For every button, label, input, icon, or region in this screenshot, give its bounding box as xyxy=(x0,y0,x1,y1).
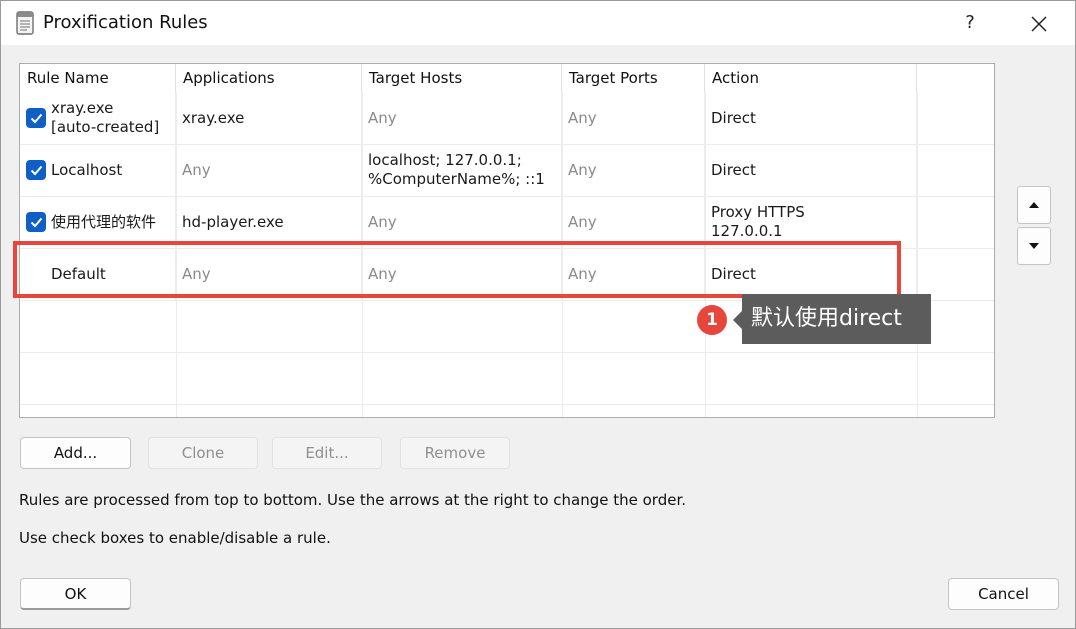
close-button[interactable] xyxy=(1019,7,1059,39)
cell-target-hosts: Any xyxy=(362,92,562,144)
rule-name-text: Localhost xyxy=(51,160,123,179)
cell-name: 使用代理的软件 xyxy=(20,196,176,248)
action-text: Direct xyxy=(711,264,756,283)
column-header-action[interactable]: Action xyxy=(705,64,917,92)
empty-row xyxy=(20,352,994,405)
remove-rule-button[interactable]: Remove xyxy=(400,437,510,469)
cell-action: Direct xyxy=(705,144,917,196)
window-title: Proxification Rules xyxy=(43,12,208,33)
proxification-rules-dialog: Proxification Rules ? Rule Name Applicat… xyxy=(0,0,1076,629)
cell-action: Direct xyxy=(705,248,917,300)
target-hosts-text: Any xyxy=(368,264,397,283)
cell-applications: Any xyxy=(176,144,362,196)
dialog-content: Rule Name Applications Target Hosts Targ… xyxy=(1,45,1075,628)
help-button[interactable]: ? xyxy=(953,7,987,39)
target-hosts-text: Any xyxy=(368,108,397,127)
cell-name: xray.exe [auto-created] xyxy=(20,92,176,144)
column-header-rule-name[interactable]: Rule Name xyxy=(20,64,176,92)
target-hosts-text: %ComputerName%; ::1 xyxy=(368,170,545,188)
title-bar: Proxification Rules ? xyxy=(1,1,1075,45)
cell-applications: Any xyxy=(176,248,362,300)
applications-text: Any xyxy=(182,160,211,179)
table-header: Rule Name Applications Target Hosts Targ… xyxy=(20,64,994,92)
move-up-button[interactable] xyxy=(1017,186,1051,224)
rule-enabled-checkbox[interactable] xyxy=(26,160,46,180)
cell-target-hosts: Any xyxy=(362,248,562,300)
ok-button[interactable]: OK xyxy=(20,578,131,610)
arrow-up-icon xyxy=(1029,202,1039,208)
cell-name: Localhost xyxy=(20,144,176,196)
action-text: Proxy HTTPS xyxy=(711,203,805,221)
table-row[interactable]: xray.exe [auto-created] xray.exe Any Any Dire… xyxy=(20,92,994,145)
document-icon xyxy=(16,11,34,35)
target-hosts-text: Any xyxy=(368,212,397,231)
rule-enabled-checkbox[interactable] xyxy=(26,108,46,128)
rule-name-text: xray.exe xyxy=(51,99,114,117)
cell-target-ports: Any xyxy=(562,248,705,300)
column-divider xyxy=(917,92,918,417)
column-divider xyxy=(562,92,563,417)
cell-action: Proxy HTTPS 127.0.0.1 xyxy=(705,196,917,248)
cell-applications: hd-player.exe xyxy=(176,196,362,248)
rule-name-text: Default xyxy=(51,264,106,283)
target-ports-text: Any xyxy=(568,212,597,231)
applications-text: Any xyxy=(182,264,211,283)
cell-target-ports: Any xyxy=(562,92,705,144)
move-down-button[interactable] xyxy=(1017,227,1051,265)
cell-action: Direct xyxy=(705,92,917,144)
rule-enabled-checkbox[interactable] xyxy=(26,212,46,232)
action-text: Direct xyxy=(711,160,756,179)
target-ports-text: Any xyxy=(568,108,597,127)
table-row[interactable]: Localhost Any localhost; 127.0.0.1; %Comput… xyxy=(20,144,994,197)
cell-target-hosts: Any xyxy=(362,196,562,248)
checkmark-icon xyxy=(30,217,42,227)
cell-applications: xray.exe xyxy=(176,92,362,144)
close-icon xyxy=(1031,15,1047,32)
column-header-target-hosts[interactable]: Target Hosts xyxy=(362,64,562,92)
applications-text: hd-player.exe xyxy=(182,212,284,231)
cell-target-ports: Any xyxy=(562,196,705,248)
target-ports-text: Any xyxy=(568,160,597,179)
column-header-target-ports[interactable]: Target Ports xyxy=(562,64,705,92)
cell-target-ports: Any xyxy=(562,144,705,196)
column-divider xyxy=(705,92,706,417)
cell-target-hosts: localhost; 127.0.0.1; %ComputerName%; ::1 xyxy=(362,144,562,196)
rules-table: Rule Name Applications Target Hosts Targ… xyxy=(19,63,995,418)
checkbox-info-text: Use check boxes to enable/disable a rule… xyxy=(19,529,331,547)
cancel-button[interactable]: Cancel xyxy=(948,578,1059,610)
applications-text: xray.exe xyxy=(182,108,245,127)
target-ports-text: Any xyxy=(568,264,597,283)
order-info-text: Rules are processed from top to bottom. … xyxy=(19,491,687,509)
annotation-callout: 默认使用direct xyxy=(742,294,931,344)
cell-name: Default xyxy=(20,248,176,300)
table-row[interactable]: 使用代理的软件 hd-player.exe Any Any Proxy HTTPS 127… xyxy=(20,196,994,249)
arrow-down-icon xyxy=(1029,243,1039,249)
column-divider xyxy=(176,92,177,417)
action-text: 127.0.0.1 xyxy=(711,222,783,240)
add-rule-button[interactable]: Add... xyxy=(20,437,131,469)
checkmark-icon xyxy=(30,113,42,123)
edit-rule-button[interactable]: Edit... xyxy=(272,437,382,469)
rule-name-text: [auto-created] xyxy=(51,118,160,136)
checkmark-icon xyxy=(30,165,42,175)
target-hosts-text: localhost; 127.0.0.1; xyxy=(368,151,522,169)
annotation-badge: 1 xyxy=(697,305,727,335)
rule-name-text: 使用代理的软件 xyxy=(51,212,157,231)
action-text: Direct xyxy=(711,108,756,127)
clone-rule-button[interactable]: Clone xyxy=(148,437,258,469)
column-header-applications[interactable]: Applications xyxy=(176,64,362,92)
column-divider xyxy=(362,92,363,417)
